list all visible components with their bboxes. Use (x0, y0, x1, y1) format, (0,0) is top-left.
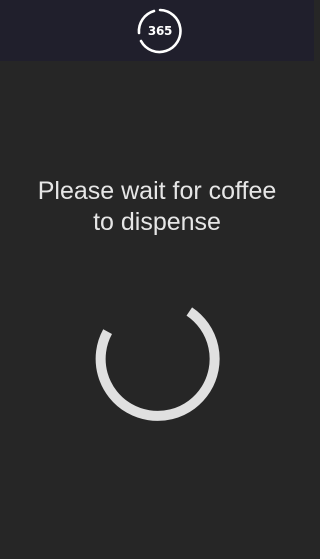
logo-text: 365 (147, 24, 173, 38)
app-screen: 365 Please wait for coffee to dispense (0, 0, 314, 559)
status-message-line-1: Please wait for coffee (37, 177, 277, 205)
loading-spinner-icon (92, 304, 222, 424)
status-message: Please wait for coffee to dispense (0, 176, 314, 238)
status-message-line-2: to dispense (93, 208, 221, 236)
brand-logo: 365 (135, 8, 185, 54)
header-bar: 365 (0, 0, 314, 61)
